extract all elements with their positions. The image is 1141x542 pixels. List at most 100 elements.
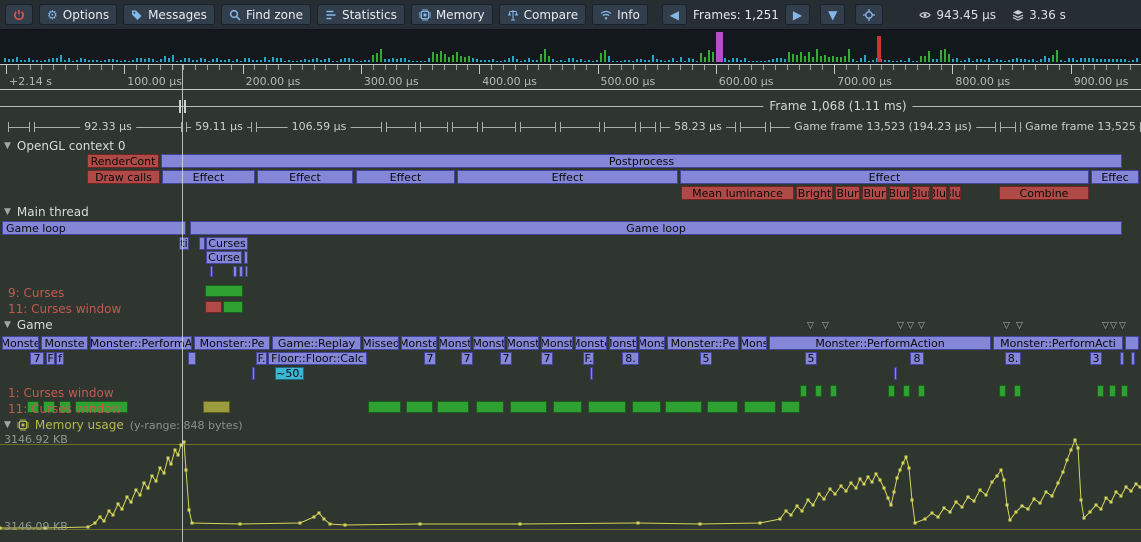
- zone[interactable]: [665, 401, 702, 413]
- zone-monst[interactable]: Monst: [507, 336, 539, 350]
- zone[interactable]: [188, 352, 196, 365]
- statistics-button[interactable]: Statistics: [317, 4, 405, 25]
- zone-mons[interactable]: Mons: [741, 336, 767, 350]
- zone[interactable]: [1109, 385, 1116, 397]
- zone[interactable]: [800, 385, 807, 397]
- zone-monst[interactable]: Monst: [439, 336, 471, 350]
- zone-game-loop[interactable]: Game loop: [190, 221, 1122, 235]
- zone[interactable]: [1014, 385, 1021, 397]
- zone-monst[interactable]: Monst: [473, 336, 505, 350]
- zone-effect[interactable]: Effect: [257, 170, 353, 184]
- zone[interactable]: [553, 401, 582, 413]
- zone-missed[interactable]: Missed: [363, 336, 399, 350]
- zone-7[interactable]: 7: [30, 352, 44, 365]
- next-frame-button[interactable]: ▶: [785, 4, 810, 25]
- thread-header-main[interactable]: ▼ Main thread: [4, 205, 89, 219]
- info-button[interactable]: Info: [592, 4, 648, 25]
- zone[interactable]: [1120, 352, 1124, 365]
- zone-monster-performa[interactable]: Monster::PerformA: [90, 336, 192, 350]
- zone-monste[interactable]: Monste: [41, 336, 88, 350]
- zone-7[interactable]: 7: [461, 352, 473, 365]
- messages-button[interactable]: Messages: [123, 4, 215, 25]
- zone-monste[interactable]: Monste: [575, 336, 607, 350]
- message-marker-icon[interactable]: ▽: [918, 322, 925, 331]
- zone-f[interactable]: F: [46, 352, 55, 365]
- zone-7[interactable]: 7: [500, 352, 512, 365]
- zone-bright[interactable]: Bright: [796, 186, 833, 200]
- power-button[interactable]: [5, 4, 33, 25]
- zone-blur[interactable]: Blur: [835, 186, 860, 200]
- zone[interactable]: [999, 385, 1006, 397]
- zone[interactable]: [590, 367, 593, 380]
- zone[interactable]: [815, 385, 822, 397]
- zone[interactable]: [707, 401, 738, 413]
- zone[interactable]: [1121, 385, 1128, 397]
- message-marker-icon[interactable]: ▽: [897, 322, 904, 331]
- find-zone-button[interactable]: Find zone: [221, 4, 311, 25]
- zone-mons[interactable]: Mons: [639, 336, 665, 350]
- zone-monste[interactable]: Monste: [401, 336, 437, 350]
- zone[interactable]: [588, 401, 626, 413]
- zone[interactable]: [368, 401, 401, 413]
- zone-blur[interactable]: Blur: [949, 186, 961, 200]
- zone-monst[interactable]: Monst: [541, 336, 573, 350]
- message-marker-icon[interactable]: ▽: [807, 322, 814, 331]
- zone-rendercont[interactable]: RenderCont: [87, 154, 159, 168]
- zone-floor-floor-calc[interactable]: Floor::Floor::Calc: [268, 352, 367, 365]
- zone-5[interactable]: 5: [700, 352, 712, 365]
- zone-f[interactable]: f: [56, 352, 64, 365]
- zone-combine[interactable]: Combine: [999, 186, 1089, 200]
- zone-ti[interactable]: ti: [179, 237, 189, 250]
- memory-button[interactable]: Memory: [411, 4, 493, 25]
- zone-blur[interactable]: Blur: [862, 186, 887, 200]
- zone-monster-performaction[interactable]: Monster::PerformAction: [769, 336, 991, 350]
- zone-8-[interactable]: 8.: [1005, 352, 1021, 365]
- zone-blur[interactable]: Blur: [889, 186, 910, 200]
- collapse-icon[interactable]: ▼: [4, 141, 11, 151]
- thread-header-game[interactable]: ▼ Game: [4, 318, 53, 332]
- collapse-icon[interactable]: ▼: [4, 207, 11, 217]
- zone-5[interactable]: 5: [805, 352, 817, 365]
- zone-monste[interactable]: Monste: [2, 336, 39, 350]
- zone[interactable]: [888, 385, 895, 397]
- zone[interactable]: [918, 385, 925, 397]
- message-marker-icon[interactable]: ▽: [1102, 322, 1109, 331]
- zone-draw-calls[interactable]: Draw calls: [87, 170, 160, 184]
- zone[interactable]: [437, 401, 469, 413]
- zone-effect[interactable]: Effect: [680, 170, 1089, 184]
- zone[interactable]: [510, 401, 547, 413]
- zone--50-[interactable]: ~50.: [275, 367, 304, 380]
- zone[interactable]: [744, 401, 776, 413]
- zone[interactable]: [252, 367, 255, 380]
- zone-f-[interactable]: F.: [256, 352, 267, 365]
- zoom-out-button[interactable]: ▼: [820, 4, 845, 25]
- zone-effect[interactable]: Effect: [162, 170, 255, 184]
- message-marker-icon[interactable]: ▽: [1119, 322, 1126, 331]
- zone-postprocess[interactable]: Postprocess: [161, 154, 1122, 168]
- zone[interactable]: [632, 401, 661, 413]
- collapse-icon[interactable]: ▼: [4, 420, 11, 430]
- zone[interactable]: [205, 301, 222, 313]
- zone[interactable]: [830, 385, 837, 397]
- zone-monster-pe[interactable]: Monster::Pe: [194, 336, 270, 350]
- zone-effec[interactable]: Effec: [1091, 170, 1139, 184]
- collapse-icon[interactable]: ▼: [4, 320, 11, 330]
- zone-monster-performacti[interactable]: Monster::PerformActi: [993, 336, 1123, 350]
- zone-game-loop[interactable]: Game loop: [2, 221, 186, 235]
- message-marker-icon[interactable]: ▽: [1016, 322, 1023, 331]
- compare-button[interactable]: Compare: [499, 4, 586, 25]
- thread-header-opengl[interactable]: ▼ OpenGL context 0: [4, 139, 125, 153]
- zone-7[interactable]: 7: [541, 352, 553, 365]
- zone[interactable]: [1131, 352, 1135, 365]
- zone-effect[interactable]: Effect: [457, 170, 678, 184]
- zone[interactable]: [203, 401, 230, 413]
- zone-effect[interactable]: Effect: [356, 170, 455, 184]
- zone[interactable]: [210, 266, 213, 277]
- zone[interactable]: [406, 401, 433, 413]
- plot-header-memory[interactable]: ▼ Memory usage (y-range: 848 bytes): [4, 418, 243, 432]
- message-marker-icon[interactable]: ▽: [1003, 322, 1010, 331]
- zone[interactable]: [781, 401, 800, 413]
- zone-f-[interactable]: F.: [583, 352, 594, 365]
- zone-7[interactable]: 7: [424, 352, 436, 365]
- zone[interactable]: [903, 385, 910, 397]
